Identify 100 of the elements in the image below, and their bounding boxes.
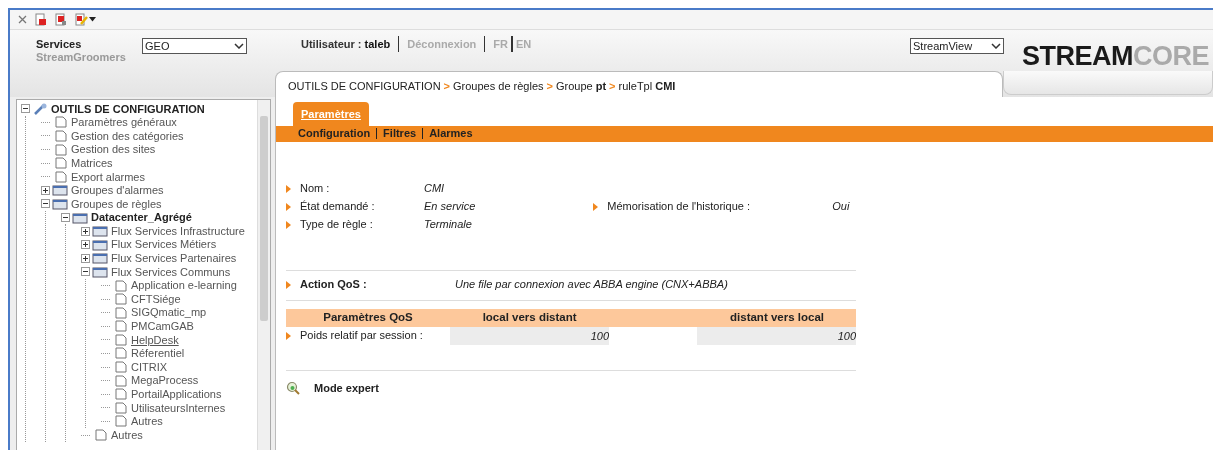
field-value: CMI: [424, 181, 445, 197]
breadcrumb-link[interactable]: Groupes de règles: [453, 80, 544, 92]
tree-item[interactable]: Export alarmes: [41, 169, 145, 184]
user-label: Utilisateur : taleb: [301, 36, 392, 52]
tree-item[interactable]: Gestion des catégories: [41, 129, 184, 143]
tree-item[interactable]: MegaProcess: [101, 373, 199, 388]
chevron-icon: [991, 43, 1001, 49]
close-icon[interactable]: [18, 15, 27, 24]
arrow-icon: [593, 202, 599, 211]
folder-icon: [92, 225, 109, 238]
folder-icon: [92, 265, 109, 278]
subtab-link[interactable]: Configuration: [298, 128, 377, 139]
field-value: Oui: [832, 199, 850, 215]
app-select[interactable]: StreamView: [910, 38, 1004, 54]
tree-item[interactable]: HelpDesk: [101, 333, 179, 347]
mode-expert-link[interactable]: Mode expert: [314, 379, 379, 396]
tree-item[interactable]: Groupes d'alarmes: [41, 183, 164, 198]
document-icon: [112, 279, 129, 292]
document-icon: [112, 333, 129, 346]
services-subtitle: StreamGroomers: [36, 51, 126, 64]
tree-item[interactable]: CITRIX: [101, 360, 168, 374]
tree-item[interactable]: PortailApplications: [101, 387, 222, 402]
collapse-icon[interactable]: [81, 267, 90, 277]
document-icon[interactable]: [35, 13, 47, 26]
collapse-icon[interactable]: [61, 213, 70, 223]
field-label: Mémorisation de l'historique :: [607, 199, 752, 215]
arrow-icon: [286, 331, 291, 340]
column-header: Paramètres QoS: [322, 309, 414, 325]
document-icon: [112, 388, 129, 401]
folder-icon: [52, 197, 69, 210]
tree-item[interactable]: Application e-learning: [101, 278, 237, 293]
document-icon: [112, 306, 129, 319]
logo: STREAMCORE: [1022, 42, 1209, 70]
document-icon: [52, 170, 69, 183]
services-label: Services: [36, 38, 82, 51]
collapse-icon[interactable]: [41, 199, 50, 209]
subtab-link[interactable]: Alarmes: [422, 128, 479, 139]
tree-item[interactable]: Autres: [81, 428, 143, 442]
field-value: Terminale: [424, 217, 472, 233]
wrench-icon: [32, 102, 49, 115]
document-icon: [112, 374, 129, 387]
document-icon: [112, 347, 129, 360]
document-icon: [112, 415, 129, 428]
column-header: distant vers local: [729, 309, 825, 325]
expand-icon[interactable]: [81, 253, 90, 263]
edit-icon[interactable]: [75, 13, 88, 26]
tree-item[interactable]: Gestion des sites: [41, 142, 156, 157]
tree-item[interactable]: Flux Services Partenaires: [81, 251, 237, 266]
tree-item[interactable]: OUTILS DE CONFIGURATION: [21, 102, 205, 116]
document-icon: [112, 293, 129, 306]
tree-item[interactable]: Paramètres généraux: [41, 115, 177, 130]
tree-item[interactable]: Matrices: [41, 156, 113, 170]
tree-item[interactable]: Datacenter_Agrégé: [61, 210, 192, 225]
tree-item[interactable]: Flux Services Communs: [81, 265, 231, 279]
expand-icon[interactable]: [41, 185, 50, 195]
field-label: Nom :: [300, 181, 331, 197]
row-label: Poids relatif par session :: [300, 328, 423, 344]
tree-item[interactable]: SIGQmatic_mp: [101, 305, 207, 320]
field-label: État demandé :: [300, 199, 376, 215]
breadcrumb-link[interactable]: Groupe pt: [555, 80, 607, 92]
tree-item[interactable]: PMCamGAB: [101, 319, 194, 334]
arrow-icon: [286, 280, 291, 289]
services-select[interactable]: GEO: [142, 38, 247, 54]
document-icon: [52, 143, 69, 156]
document-icon: [112, 401, 129, 414]
breadcrumb-link[interactable]: OUTILS DE CONFIGURATION: [288, 80, 441, 92]
expand-icon[interactable]: [81, 240, 90, 250]
column-header: local vers distant: [481, 309, 578, 325]
document-icon: [52, 157, 69, 170]
breadcrumb-link[interactable]: ruleTpl CMI: [618, 80, 676, 92]
tree-item[interactable]: CFTSiége: [101, 292, 181, 306]
document-icon: [112, 320, 129, 333]
field-value: Une file par connexion avec ABBA engine (CNX+ABBA): [455, 277, 728, 293]
tree-item[interactable]: Réferentiel: [101, 346, 185, 361]
subtab-link[interactable]: Filtres: [376, 128, 423, 139]
document-icon: [52, 116, 69, 129]
tree-item[interactable]: Autres: [101, 414, 163, 429]
tree-item[interactable]: Groupes de règles: [41, 197, 162, 211]
tree-item[interactable]: Flux Services Infrastructure: [81, 224, 245, 238]
breadcrumb-separator: >: [443, 80, 451, 92]
tree-item[interactable]: UtilisateursInternes: [101, 401, 226, 415]
document-icon: [112, 361, 129, 374]
document-icon[interactable]: [55, 13, 67, 26]
field-value: En service: [424, 199, 476, 215]
folder-icon: [52, 184, 69, 197]
field-label: Action QoS :: [300, 277, 368, 293]
scrollbar[interactable]: [257, 100, 270, 450]
breadcrumb-separator: >: [546, 80, 553, 92]
collapse-icon[interactable]: [21, 104, 30, 114]
caret-icon[interactable]: [89, 17, 96, 22]
field-label: Type de règle :: [300, 217, 374, 233]
tree-item[interactable]: Flux Services Métiers: [81, 237, 217, 252]
folder-icon: [92, 252, 109, 265]
folder-icon: [72, 211, 89, 224]
expand-icon[interactable]: [81, 226, 90, 236]
chevron-icon: [234, 43, 244, 49]
document-icon: [92, 429, 109, 442]
folder-icon: [92, 238, 109, 251]
breadcrumb-separator: >: [609, 80, 616, 92]
document-icon: [52, 130, 69, 142]
